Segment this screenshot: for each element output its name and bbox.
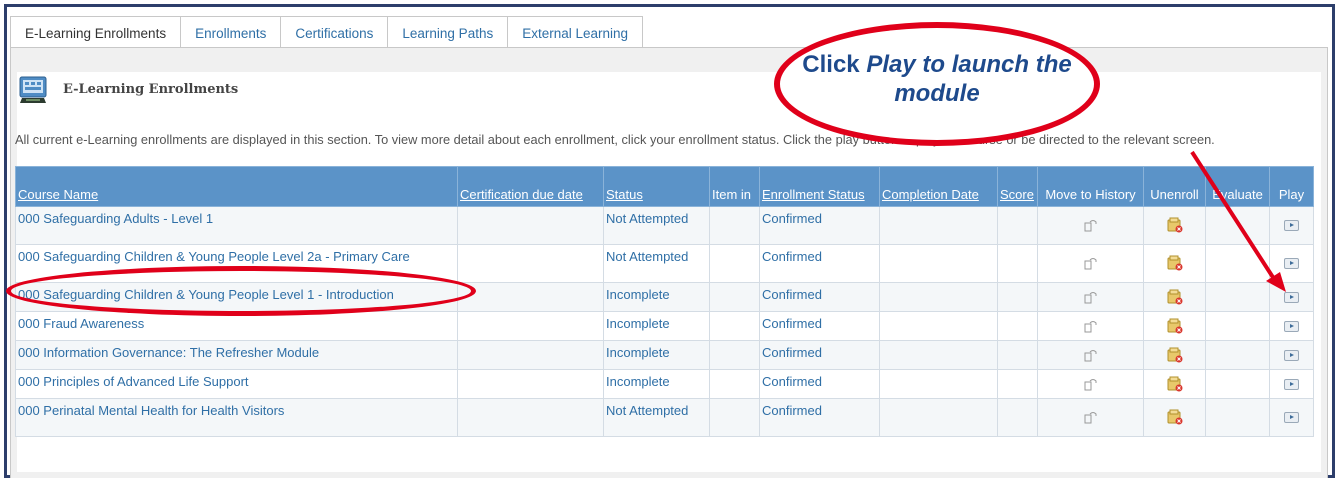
- pointer-arrow-annotation: [1190, 150, 1286, 292]
- callout-text: Click Play to launch the module: [802, 51, 1072, 107]
